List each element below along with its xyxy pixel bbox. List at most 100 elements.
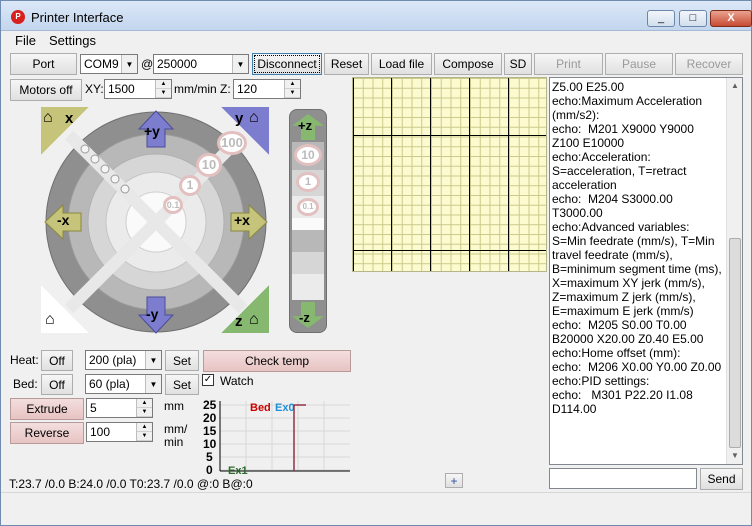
printer-app-icon: P: [11, 10, 25, 24]
z-step-10-button[interactable]: 10: [294, 144, 322, 166]
reverse-button[interactable]: Reverse: [10, 422, 84, 444]
watch-label: Watch: [220, 374, 254, 388]
chevron-down-icon[interactable]: ▼: [145, 351, 161, 369]
home-icon: ⌂: [45, 311, 55, 328]
grid-major-line: [430, 78, 431, 271]
send-button[interactable]: Send: [700, 468, 743, 490]
home-z-button[interactable]: z ⌂: [221, 285, 269, 333]
disconnect-button[interactable]: Disconnect: [252, 53, 322, 75]
extrude-speed-input[interactable]: 100 ▲ ▼: [86, 422, 153, 442]
console-log[interactable]: Z5.00 E25.00 echo:Maximum Acceleration (…: [549, 77, 743, 465]
z-step-band: [292, 218, 324, 230]
graph-legend-ex1: Ex1: [228, 465, 248, 475]
app-window: P Printer Interface _ □ X File Settings …: [0, 0, 752, 526]
menu-bar: File Settings: [1, 31, 751, 51]
graph-ex0-line: [293, 404, 306, 471]
step-0.1-button[interactable]: 0.1: [163, 196, 183, 214]
extrude-speed-value: 100: [90, 425, 111, 439]
bed-label: Bed:: [13, 377, 38, 391]
step-dot[interactable]: [110, 174, 120, 184]
step-dot[interactable]: [120, 184, 130, 194]
graph-bed-line: [293, 404, 306, 471]
at-label: @: [141, 57, 154, 71]
home-icon: ⌂: [249, 311, 259, 328]
load-file-button[interactable]: Load file: [371, 53, 432, 75]
menu-settings[interactable]: Settings: [49, 33, 96, 48]
z-jog-control[interactable]: +z 10 1 0.1 -z: [289, 109, 327, 333]
console-scrollbar[interactable]: ▲ ▼: [726, 78, 742, 464]
minimize-button[interactable]: _: [647, 10, 675, 27]
window-title: Printer Interface: [31, 10, 124, 25]
home-y-button[interactable]: y ⌂: [221, 107, 269, 155]
scroll-down-icon[interactable]: ▼: [727, 448, 742, 464]
command-input[interactable]: [549, 468, 697, 489]
close-button[interactable]: X: [710, 10, 752, 27]
spin-arrows-icon[interactable]: ▲ ▼: [136, 399, 152, 417]
plus-y-label: +y: [144, 123, 160, 139]
minus-z-label: -z: [299, 310, 310, 325]
extrude-button[interactable]: Extrude: [10, 398, 84, 420]
compose-button[interactable]: Compose: [434, 53, 502, 75]
extrude-speed-unit-1: mm/: [164, 422, 188, 436]
spin-arrows-icon[interactable]: ▲ ▼: [284, 80, 300, 98]
baud-select[interactable]: 250000 ▼: [153, 54, 249, 74]
port-select[interactable]: COM9 ▼: [80, 54, 138, 74]
sd-button[interactable]: SD: [504, 53, 532, 75]
xy-feed-input[interactable]: 1500 ▲ ▼: [104, 79, 172, 99]
grid-major-line: [353, 250, 546, 251]
check-temp-button[interactable]: Check temp: [203, 350, 351, 372]
heat-temp-select[interactable]: 200 (pla) ▼: [85, 350, 162, 370]
z-step-band[interactable]: [292, 230, 324, 252]
z-step-0.1-button[interactable]: 0.1: [297, 198, 319, 216]
step-1-button[interactable]: 1: [179, 175, 201, 196]
add-button[interactable]: +: [445, 473, 463, 488]
temperature-graph: 25 20 15 10 5 0 Bed Ex0 Ex1: [202, 397, 350, 477]
watch-checkbox[interactable]: ✓: [202, 374, 214, 386]
motors-off-button[interactable]: Motors off: [10, 79, 82, 101]
spin-arrows-icon[interactable]: ▲ ▼: [136, 423, 152, 441]
home-x-button[interactable]: ⌂ x: [41, 107, 89, 155]
chevron-down-icon[interactable]: ▼: [121, 55, 137, 73]
heat-temp-value: 200 (pla): [89, 353, 137, 367]
reset-button[interactable]: Reset: [324, 53, 369, 75]
xy-feed-value: 1500: [108, 82, 135, 96]
plus-z-label: +z: [298, 118, 313, 133]
toolpath-preview[interactable]: [352, 77, 547, 272]
menu-file[interactable]: File: [15, 33, 36, 48]
bed-temp-select[interactable]: 60 (pla) ▼: [85, 374, 162, 394]
chevron-down-icon[interactable]: ▼: [232, 55, 248, 73]
graph-legend-bed: Bed: [250, 402, 271, 414]
chevron-down-icon[interactable]: ▼: [145, 375, 161, 393]
step-dot[interactable]: [100, 164, 110, 174]
spin-arrows-icon[interactable]: ▲ ▼: [155, 80, 171, 98]
extrude-speed-unit-2: min: [164, 435, 184, 449]
extrude-length-input[interactable]: 5 ▲ ▼: [86, 398, 153, 418]
baud-select-value: 250000: [157, 57, 198, 71]
minus-x-label: -x: [57, 212, 70, 228]
home-all-button[interactable]: ⌂: [41, 285, 89, 333]
print-button[interactable]: Print: [534, 53, 603, 75]
pause-button[interactable]: Pause: [605, 53, 673, 75]
step-dot[interactable]: [90, 154, 100, 164]
recover-button[interactable]: Recover: [675, 53, 743, 75]
graph-ytick: 15: [203, 424, 217, 438]
home-z-label: z: [235, 313, 243, 330]
heat-set-button[interactable]: Set: [165, 350, 199, 371]
heat-off-button[interactable]: Off: [41, 350, 73, 371]
z-step-band[interactable]: [292, 252, 324, 274]
grid-major-line: [353, 135, 546, 136]
graph-ytick: 5: [206, 450, 213, 464]
port-button[interactable]: Port: [10, 53, 77, 75]
z-step-band[interactable]: [292, 274, 324, 300]
step-10-button[interactable]: 10: [196, 153, 222, 177]
z-feed-label: Z:: [220, 82, 231, 96]
bed-off-button[interactable]: Off: [41, 374, 73, 395]
scroll-up-icon[interactable]: ▲: [727, 78, 742, 94]
z-feed-input[interactable]: 120 ▲ ▼: [233, 79, 301, 99]
graph-ytick: 25: [203, 398, 217, 412]
bed-set-button[interactable]: Set: [165, 374, 199, 395]
grid-major-line: [353, 78, 354, 271]
scroll-thumb[interactable]: [729, 238, 741, 448]
maximize-button[interactable]: □: [679, 10, 707, 27]
z-step-1-button[interactable]: 1: [296, 172, 320, 192]
